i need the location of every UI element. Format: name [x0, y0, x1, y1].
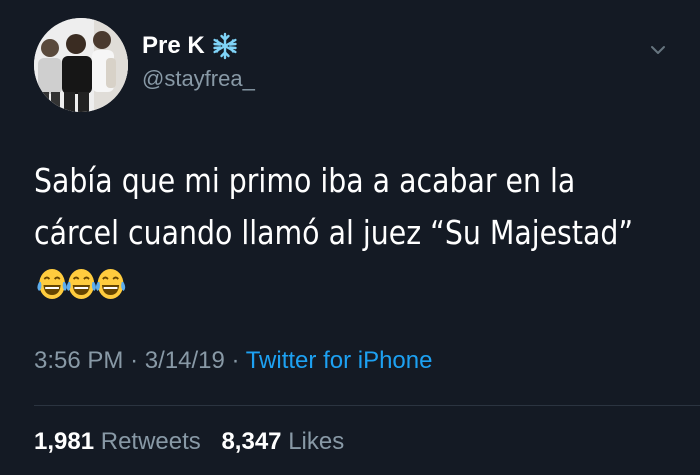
emoji-group: [36, 265, 126, 317]
retweets-label: Retweets: [100, 428, 201, 455]
face-with-tears-of-joy-icon: [37, 269, 67, 299]
display-name-text: Pre K: [142, 32, 205, 59]
snowflake-icon: [213, 32, 237, 60]
likes-count: 8,347: [221, 428, 282, 455]
tweet-date[interactable]: 3/14/19: [145, 347, 225, 374]
retweets-stat[interactable]: 1,981 Retweets: [34, 428, 201, 455]
likes-label: Likes: [288, 428, 345, 455]
avatar[interactable]: [34, 18, 128, 112]
tweet-text: Sabía que mi primo iba a acabar en la cá…: [34, 155, 653, 317]
user-handle[interactable]: @stayfrea_: [142, 66, 255, 92]
divider: [34, 405, 700, 406]
meta-separator: ·: [130, 347, 139, 374]
tweet-time[interactable]: 3:56 PM: [34, 347, 123, 374]
avatar-photo: [34, 18, 128, 112]
meta-separator: ·: [231, 347, 240, 374]
face-with-tears-of-joy-icon: [95, 269, 126, 299]
tweet-meta: 3:56 PM · 3/14/19 · Twitter for iPhone: [34, 346, 432, 376]
face-with-tears-of-joy-icon: [66, 269, 96, 299]
tweet-stats: 1,981 Retweets 8,347 Likes: [34, 427, 344, 457]
tweet-source-link[interactable]: Twitter for iPhone: [246, 347, 433, 374]
retweets-count: 1,981: [34, 428, 95, 455]
tweet-card: Pre K @stayfrea_ Sabía que mi primo iba …: [0, 0, 700, 475]
likes-stat[interactable]: 8,347 Likes: [221, 428, 344, 455]
chevron-down-icon[interactable]: [648, 40, 668, 60]
user-display-name[interactable]: Pre K: [142, 32, 239, 60]
tweet-body: Sabía que mi primo iba a acabar en la cá…: [34, 161, 634, 252]
